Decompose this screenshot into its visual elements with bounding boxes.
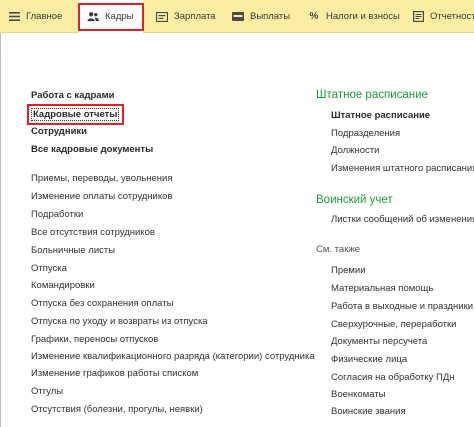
link-document[interactable]: Изменение оплаты сотрудников [31, 191, 172, 203]
content-border [0, 33, 1, 427]
link-hr-reports-label: Кадровые отчеты [31, 108, 120, 121]
link-document[interactable]: Больничные листы [31, 245, 115, 257]
link-document[interactable]: Отпуска [31, 263, 67, 275]
link-all-hr-documents[interactable]: Все кадровые документы [31, 144, 153, 156]
link-schedule-changes[interactable]: Изменения штатного расписания [331, 163, 474, 175]
link-see-also[interactable]: Сверхурочные, переработки [331, 319, 457, 331]
link-change-notices[interactable]: Листки сообщений об изменениях [331, 214, 474, 226]
tab-label: Кадры [105, 11, 134, 22]
link-document[interactable]: Все отсутствия сотрудников [31, 227, 155, 239]
link-hr-work[interactable]: Работа с кадрами [31, 90, 114, 102]
hamburger-icon [8, 11, 20, 23]
people-icon [87, 11, 99, 23]
tab-reports[interactable]: Отчетност [412, 0, 474, 33]
link-see-also[interactable]: Физические лица [331, 354, 407, 366]
link-document[interactable]: Изменение графиков работы списком [31, 368, 198, 380]
link-departments[interactable]: Подразделения [331, 128, 400, 140]
link-document[interactable]: Изменение квалификационного разряда (кат… [31, 351, 315, 363]
link-document[interactable]: Командировки [31, 280, 95, 292]
tab-label: Выплаты [250, 11, 291, 22]
tab-label: Зарплата [174, 11, 216, 22]
link-employees[interactable]: Сотрудники [31, 126, 87, 138]
link-document[interactable]: Отпуска без сохранения оплаты [31, 298, 173, 310]
percent-icon: % [309, 10, 319, 22]
link-document[interactable]: Отпуска по уходу и возвраты из отпуска [31, 316, 208, 328]
tab-main[interactable]: Главное [8, 0, 62, 33]
link-see-also[interactable]: Документы персучета [331, 336, 427, 348]
link-see-also[interactable]: Премии [331, 265, 366, 277]
link-document[interactable]: Отгулы [31, 386, 63, 398]
tab-taxes[interactable]: % Налоги и взносы [308, 0, 400, 33]
tab-label: Главное [26, 11, 63, 22]
tab-payroll[interactable]: Зарплата [156, 0, 216, 33]
link-document[interactable]: Подработки [31, 209, 83, 221]
link-see-also[interactable]: Работа в выходные и праздники [331, 301, 473, 313]
link-see-also[interactable]: Военкоматы [331, 389, 385, 401]
report-icon [412, 11, 424, 23]
group-title-staff-schedule: Штатное расписание [316, 89, 428, 101]
link-document[interactable]: Отсутствия (болезни, прогулы, неявки) [31, 404, 203, 416]
tab-staff[interactable]: Кадры [79, 0, 143, 33]
link-hr-reports[interactable]: Кадровые отчеты [31, 108, 120, 121]
link-document[interactable]: Приемы, переводы, увольнения [31, 173, 172, 185]
tab-label: Отчетност [430, 11, 474, 22]
link-see-also[interactable]: Материальная помощь [331, 283, 433, 295]
group-title-see-also: См. также [316, 244, 360, 255]
link-see-also[interactable]: Согласия на обработку ПДн [331, 372, 455, 384]
tab-label: Налоги и взносы [326, 11, 400, 22]
section-panel: Главное Кадры Зарплата Выплаты % Налоги … [0, 0, 474, 33]
group-title-military: Воинский учет [316, 194, 393, 206]
link-see-also[interactable]: Воинские звания [331, 406, 406, 418]
link-document[interactable]: Графики, переносы отпусков [31, 334, 158, 346]
link-positions[interactable]: Должности [331, 145, 379, 157]
tab-payments[interactable]: Выплаты [232, 0, 290, 33]
payroll-icon [156, 11, 168, 23]
wallet-icon [232, 11, 244, 23]
link-staff-schedule[interactable]: Штатное расписание [331, 110, 430, 122]
